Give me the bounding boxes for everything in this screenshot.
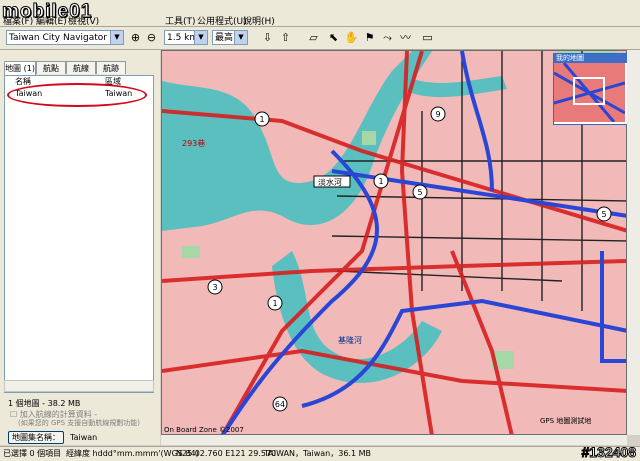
street-label: 293巷 — [182, 139, 205, 148]
status-bar: 已選擇 0 個項目 經緯度 hddd°mm.mmm'(WGS 84) N25 0… — [0, 446, 640, 461]
menu-help[interactable]: 說明(H) — [243, 14, 275, 27]
river-label: 基隆河 — [338, 335, 362, 345]
send-to-device-icon[interactable]: ⇧ — [278, 30, 293, 45]
route-marker: 1 — [272, 299, 277, 308]
mapset-name-button[interactable]: 地圖集名稱： — [8, 431, 64, 444]
menu-view[interactable]: 檢視(V) — [68, 14, 99, 27]
chevron-down-icon: ▼ — [110, 31, 123, 44]
map-view-icon[interactable]: ▱ — [306, 30, 321, 45]
toolbar: Taiwan City Navigator v8.52 NT ▼ ⊕ ⊖ 1.5… — [0, 27, 640, 50]
zoom-in-icon[interactable]: ⊕ — [128, 30, 143, 45]
tab-maps[interactable]: 地圖 (1) — [4, 61, 36, 75]
route-marker: 5 — [601, 210, 606, 219]
detail-value: 最高 — [215, 33, 234, 43]
menu-tools[interactable]: 工具(T) — [165, 14, 196, 27]
zoom-out-icon[interactable]: ⊖ — [144, 30, 159, 45]
menu-file[interactable]: 檔案(F) — [3, 14, 33, 27]
map-count-label: 1 個地圖 - 38.2 MB — [8, 399, 81, 408]
overview-title: 我的地圖 — [554, 54, 627, 63]
route-marker: 5 — [417, 188, 422, 197]
tab-tracks[interactable]: 航跡 — [96, 61, 126, 74]
route-marker: 9 — [435, 110, 440, 119]
tab-routes[interactable]: 航線 — [66, 61, 96, 74]
left-pane: 地圖 (1) 航點 航線 航跡 名稱 區域 Taiwan Taiwan 1 個地… — [0, 50, 160, 445]
detail-select[interactable]: 最高 ▼ — [212, 30, 248, 45]
pan-tool-icon[interactable]: ✋ — [344, 30, 359, 45]
cursor-coordinates: N25 02.760 E121 29.570 — [176, 449, 277, 458]
scale-select[interactable]: 1.5 km ▼ — [164, 30, 208, 45]
waypoint-tool-icon[interactable]: ⚑ — [362, 30, 377, 45]
route-tool-icon[interactable]: ⤳ — [380, 30, 395, 45]
measure-tool-icon[interactable]: ▭ — [420, 30, 435, 45]
river-label: 淡水河 — [318, 177, 342, 187]
tab-waypoints[interactable]: 航點 — [36, 61, 66, 74]
overview-window[interactable]: 我的地圖 — [553, 53, 628, 125]
map-horizontal-scrollbar[interactable] — [161, 435, 627, 445]
route-marker: 1 — [259, 115, 264, 124]
route-marker: 3 — [212, 283, 217, 292]
highlight-circle — [7, 83, 147, 107]
chevron-down-icon: ▼ — [194, 31, 207, 44]
chevron-down-icon: ▼ — [234, 31, 247, 44]
menu-edit[interactable]: 編輯(E) — [36, 14, 67, 27]
copyright-label: On Board Zone ©2007 — [164, 426, 244, 434]
route-marker: 1 — [378, 177, 383, 186]
map-product-select[interactable]: Taiwan City Navigator v8.52 NT ▼ — [6, 30, 124, 45]
selection-status: 已選擇 0 個項目 — [3, 449, 62, 458]
menu-bar: mobile01 檔案(F) 編輯(E) 檢視(V) 工具(T) 公用程式(U)… — [0, 0, 640, 27]
route-marker: 64 — [275, 400, 285, 409]
gps-label: GPS 地圖測試地 — [540, 416, 591, 425]
menu-utilities[interactable]: 公用程式(U) — [197, 14, 247, 27]
mapset-value: Taiwan — [70, 433, 98, 442]
watermark-id: #132408 — [581, 444, 637, 461]
receive-from-device-icon[interactable]: ⇩ — [260, 30, 275, 45]
track-tool-icon[interactable]: 〰 — [398, 30, 413, 45]
region-status: TAIWAN，Taiwan，36.1 MB — [264, 449, 371, 458]
list-horizontal-scrollbar[interactable] — [4, 380, 154, 392]
map-product-value: Taiwan City Navigator v8.52 NT — [9, 33, 123, 43]
map-vertical-scrollbar[interactable] — [627, 50, 640, 435]
routing-note: (如果您的 GPS 支援自動航線規劃功能) — [18, 419, 141, 427]
map-list: 名稱 區域 Taiwan Taiwan — [4, 75, 154, 393]
overview-map — [553, 62, 626, 123]
select-tool-icon[interactable]: ⬉ — [326, 30, 341, 45]
